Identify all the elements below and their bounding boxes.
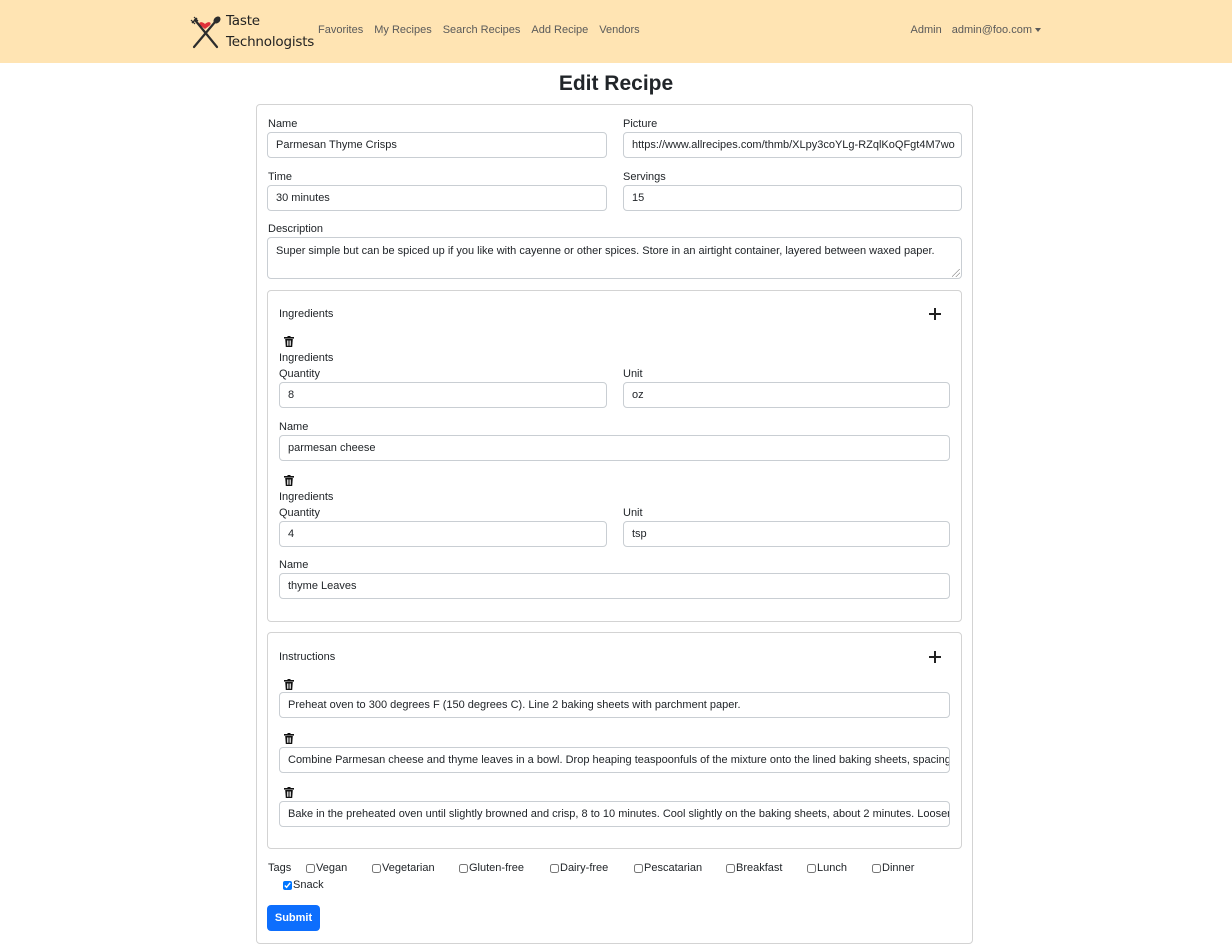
tag-dinner[interactable]: Dinner: [872, 862, 914, 874]
nav-link-favorites[interactable]: Favorites: [318, 24, 363, 36]
tag-vegan[interactable]: Vegan: [306, 862, 347, 874]
delete-ingredient-trash-icon[interactable]: [284, 336, 294, 347]
recipe-name-input[interactable]: Parmesan Thyme Crisps: [267, 132, 607, 158]
time-input[interactable]: 30 minutes: [267, 185, 607, 211]
delete-step-trash-icon[interactable]: [284, 679, 294, 690]
tag-vegetarian[interactable]: Vegetarian: [372, 862, 435, 874]
picture-url-input[interactable]: https://www.allrecipes.com/thmb/XLpy3coY…: [623, 132, 962, 158]
ingredient-unit-input[interactable]: tsp: [623, 521, 950, 547]
nav-link-add-recipe[interactable]: Add Recipe: [531, 24, 588, 36]
description-label: Description: [268, 223, 324, 235]
tag-vegan-label: Vegan: [316, 862, 348, 874]
tag-vegetarian-checkbox[interactable]: [372, 863, 381, 873]
servings-label: Servings: [623, 171, 666, 183]
tag-snack-checkbox[interactable]: [283, 880, 292, 890]
ingredient-item-label: Ingredients: [279, 491, 334, 503]
instructions-header: Instructions: [279, 651, 336, 663]
ingredient-name-label: Name: [279, 421, 309, 433]
quantity-label: Quantity: [279, 507, 320, 519]
instruction-step-input[interactable]: Preheat oven to 300 degrees F (150 degre…: [279, 692, 950, 718]
delete-step-trash-icon[interactable]: [284, 787, 294, 798]
tag-dairy-free[interactable]: Dairy-free: [550, 862, 608, 874]
fork-spoon-heart-logo-icon: [189, 14, 223, 50]
tag-dinner-checkbox[interactable]: [872, 863, 881, 873]
tag-gluten-free-checkbox[interactable]: [459, 863, 468, 873]
ingredients-header: Ingredients: [279, 308, 334, 320]
servings-input[interactable]: 15: [623, 185, 962, 211]
navbar: Taste Technologists Favorites My Recipes…: [0, 0, 1232, 63]
nav-links: Favorites My Recipes Search Recipes Add …: [318, 24, 651, 36]
caret-down-icon: [1035, 28, 1041, 32]
page-title: Edit Recipe: [558, 72, 674, 95]
brand-line-2: Technologists: [226, 34, 315, 50]
tag-gluten-free-label: Gluten-free: [469, 862, 525, 874]
nav-link-admin[interactable]: Admin: [911, 24, 942, 36]
ingredient-quantity-input[interactable]: 8: [279, 382, 607, 408]
tag-snack[interactable]: Snack: [283, 879, 324, 891]
ingredient-unit-input[interactable]: oz: [623, 382, 950, 408]
tag-dinner-label: Dinner: [882, 862, 915, 874]
ingredient-quantity-input[interactable]: 4: [279, 521, 607, 547]
ingredient-name-label: Name: [279, 559, 309, 571]
tag-dairy-free-label: Dairy-free: [560, 862, 609, 874]
nav-right: Admin admin@foo.com: [911, 24, 1041, 36]
ingredient-item-label: Ingredients: [279, 352, 334, 364]
unit-label: Unit: [623, 507, 643, 519]
tag-breakfast[interactable]: Breakfast: [726, 862, 782, 874]
tag-snack-label: Snack: [293, 879, 324, 891]
tag-vegan-checkbox[interactable]: [306, 863, 315, 873]
tag-dairy-free-checkbox[interactable]: [550, 863, 559, 873]
user-email: admin@foo.com: [951, 24, 1032, 36]
brand[interactable]: Taste Technologists: [189, 12, 314, 52]
instruction-step-input[interactable]: Bake in the preheated oven until slightl…: [279, 801, 950, 827]
brand-name: Taste Technologists: [226, 11, 314, 53]
quantity-label: Quantity: [279, 368, 320, 380]
nav-link-vendors[interactable]: Vendors: [599, 24, 639, 36]
tag-breakfast-label: Breakfast: [736, 862, 783, 874]
ingredient-name-input[interactable]: thyme Leaves: [279, 573, 950, 599]
nav-link-search-recipes[interactable]: Search Recipes: [443, 24, 521, 36]
tag-lunch-checkbox[interactable]: [807, 863, 816, 873]
picture-label: Picture: [623, 118, 658, 130]
tag-breakfast-checkbox[interactable]: [726, 863, 735, 873]
tag-pescatarian-label: Pescatarian: [644, 862, 703, 874]
tags-label: Tags: [268, 862, 292, 874]
time-label: Time: [268, 171, 293, 183]
add-ingredient-plus-icon[interactable]: [927, 306, 943, 322]
description-textarea[interactable]: Super simple but can be spiced up if you…: [267, 237, 962, 279]
tag-lunch-label: Lunch: [817, 862, 847, 874]
nav-link-my-recipes[interactable]: My Recipes: [374, 24, 431, 36]
tag-pescatarian[interactable]: Pescatarian: [634, 862, 702, 874]
tag-gluten-free[interactable]: Gluten-free: [459, 862, 524, 874]
tag-lunch[interactable]: Lunch: [807, 862, 847, 874]
user-dropdown[interactable]: admin@foo.com: [952, 24, 1041, 36]
submit-button[interactable]: Submit: [267, 905, 320, 931]
unit-label: Unit: [623, 368, 643, 380]
delete-ingredient-trash-icon[interactable]: [284, 475, 294, 486]
delete-step-trash-icon[interactable]: [284, 733, 294, 744]
instruction-step-input[interactable]: Combine Parmesan cheese and thyme leaves…: [279, 747, 950, 773]
tag-vegetarian-label: Vegetarian: [382, 862, 435, 874]
tag-pescatarian-checkbox[interactable]: [634, 863, 643, 873]
brand-line-1: Taste: [226, 13, 260, 29]
ingredient-name-input[interactable]: parmesan cheese: [279, 435, 950, 461]
add-instruction-plus-icon[interactable]: [927, 649, 943, 665]
name-label: Name: [268, 118, 298, 130]
